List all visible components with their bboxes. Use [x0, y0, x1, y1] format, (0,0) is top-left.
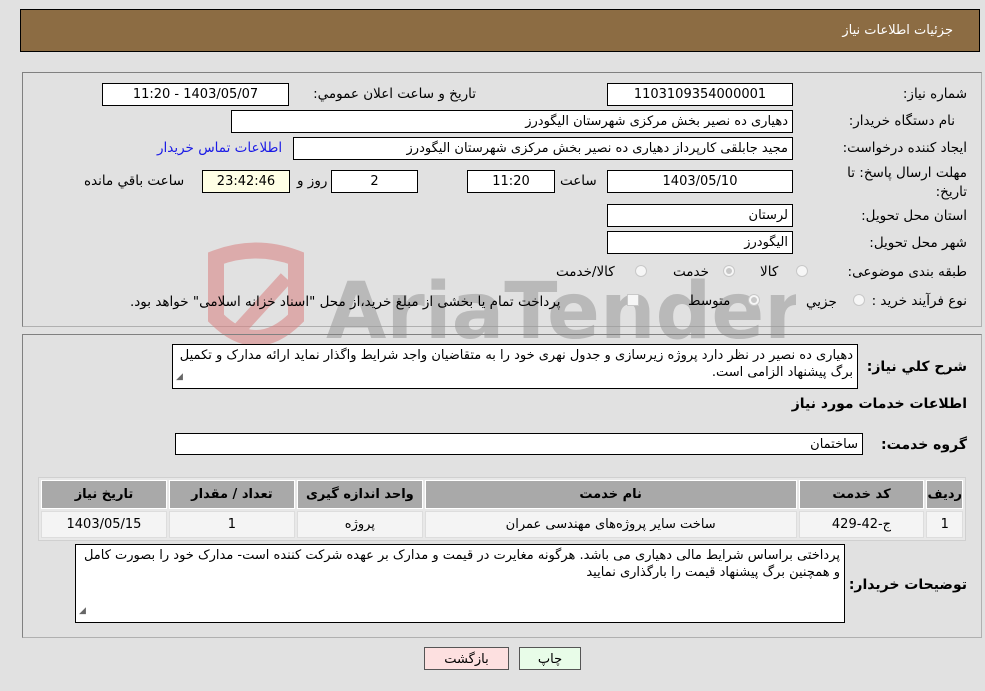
back-button[interactable]: بازگشت	[424, 647, 509, 670]
process-option-medium: متوسط	[688, 293, 731, 309]
remaining-time-label: ساعت باقي مانده	[84, 173, 185, 189]
deadline-time-field: 11:20	[467, 170, 555, 193]
service-group-label: گروه خدمت:	[881, 437, 967, 453]
page-header: جزئیات اطلاعات نیاز	[20, 9, 980, 52]
category-radio-goods[interactable]	[796, 265, 808, 277]
cell-unit: پروژه	[296, 511, 423, 538]
process-option-minor: جزيي	[806, 294, 837, 310]
cell-service-code: ج-42-429	[798, 511, 925, 538]
cell-row-number: 1	[926, 511, 963, 538]
process-radio-medium[interactable]	[748, 294, 760, 306]
process-label: نوع فرآیند خرید :	[871, 293, 967, 309]
resize-grip-icon[interactable]: ◢	[176, 369, 183, 386]
need-number-field: 1103109354000001	[607, 83, 793, 106]
category-label: طبقه بندی موضوعی:	[847, 264, 967, 280]
cell-service-name: ساخت سایر پروژه‌های مهندسی عمران	[424, 511, 797, 538]
buyer-notes-text: پرداختی براساس شرایط مالی دهیاری می باشد…	[83, 548, 840, 580]
deadline-date-field: 1403/05/10	[607, 170, 793, 193]
services-section-title: اطلاعات خدمات مورد نیاز	[791, 396, 967, 412]
category-option-goods-service: کالا/خدمت	[556, 264, 615, 280]
requester-field: مجید جابلقی کارپرداز دهیاری ده نصیر بخش …	[293, 137, 793, 160]
category-option-goods: کالا	[760, 264, 779, 280]
print-button[interactable]: چاپ	[519, 647, 581, 670]
cell-need-date: 1403/05/15	[41, 511, 167, 538]
buyer-org-label: نام دستگاه خریدار:	[848, 113, 955, 129]
services-table: ردیف کد خدمت نام خدمت واحد اندازه گیری ت…	[38, 477, 966, 541]
page-title: جزئیات اطلاعات نیاز	[842, 23, 953, 38]
buyer-notes-label: توضیحات خریدار:	[848, 577, 967, 593]
requester-label: ایجاد کننده درخواست:	[842, 140, 967, 156]
cell-quantity: 1	[168, 511, 295, 538]
general-desc-text: دهیاری ده نصیر در نظر دارد پروژه زیرسازی…	[179, 348, 853, 380]
col-service-name: نام خدمت	[424, 480, 797, 509]
category-radio-service[interactable]	[723, 265, 735, 277]
city-field: الیگودرز	[607, 231, 793, 254]
buyer-org-field: دهیاری ده نصیر بخش مرکزی شهرستان الیگودر…	[231, 110, 793, 133]
process-radio-minor[interactable]	[853, 294, 865, 306]
general-desc-textarea[interactable]: دهیاری ده نصیر در نظر دارد پروژه زیرسازی…	[172, 344, 858, 389]
category-option-service: خدمت	[673, 264, 709, 280]
col-service-code: کد خدمت	[798, 480, 925, 509]
province-label: استان محل تحویل:	[861, 208, 967, 224]
treasury-checkbox[interactable]	[627, 294, 639, 306]
deadline-time-label: ساعت	[560, 173, 597, 189]
general-desc-label: شرح کلي نیاز:	[866, 359, 967, 375]
col-need-date: تاریخ نیاز	[41, 480, 167, 509]
deadline-label: مهلت ارسال پاسخ: تا تاریخ:	[847, 165, 967, 200]
resize-grip-icon[interactable]: ◢	[79, 603, 86, 620]
buyer-notes-textarea[interactable]: پرداختی براساس شرایط مالی دهیاری می باشد…	[75, 544, 845, 623]
remaining-time-field: 23:42:46	[202, 170, 290, 193]
remaining-days-field: 2	[331, 170, 418, 193]
buyer-contact-link[interactable]: اطلاعات تماس خریدار	[157, 140, 282, 156]
col-unit: واحد اندازه گیری	[296, 480, 423, 509]
province-field: لرستان	[607, 204, 793, 227]
announce-datetime-field: 1403/05/07 - 11:20	[102, 83, 289, 106]
days-label: روز و	[297, 173, 328, 189]
col-row-number: ردیف	[926, 480, 963, 509]
need-number-label: شماره نیاز:	[902, 86, 967, 102]
category-radio-goods-service[interactable]	[635, 265, 647, 277]
table-row: 1 ج-42-429 ساخت سایر پروژه‌های مهندسی عم…	[41, 511, 963, 538]
table-header-row: ردیف کد خدمت نام خدمت واحد اندازه گیری ت…	[41, 480, 963, 509]
city-label: شهر محل تحویل:	[869, 235, 967, 251]
announce-datetime-label: تاریخ و ساعت اعلان عمومي:	[313, 86, 476, 102]
col-quantity: تعداد / مقدار	[168, 480, 295, 509]
service-group-field: ساختمان	[175, 433, 863, 455]
treasury-checkbox-label: پرداخت تمام یا بخشی از مبلغ خرید،از محل …	[130, 294, 561, 310]
